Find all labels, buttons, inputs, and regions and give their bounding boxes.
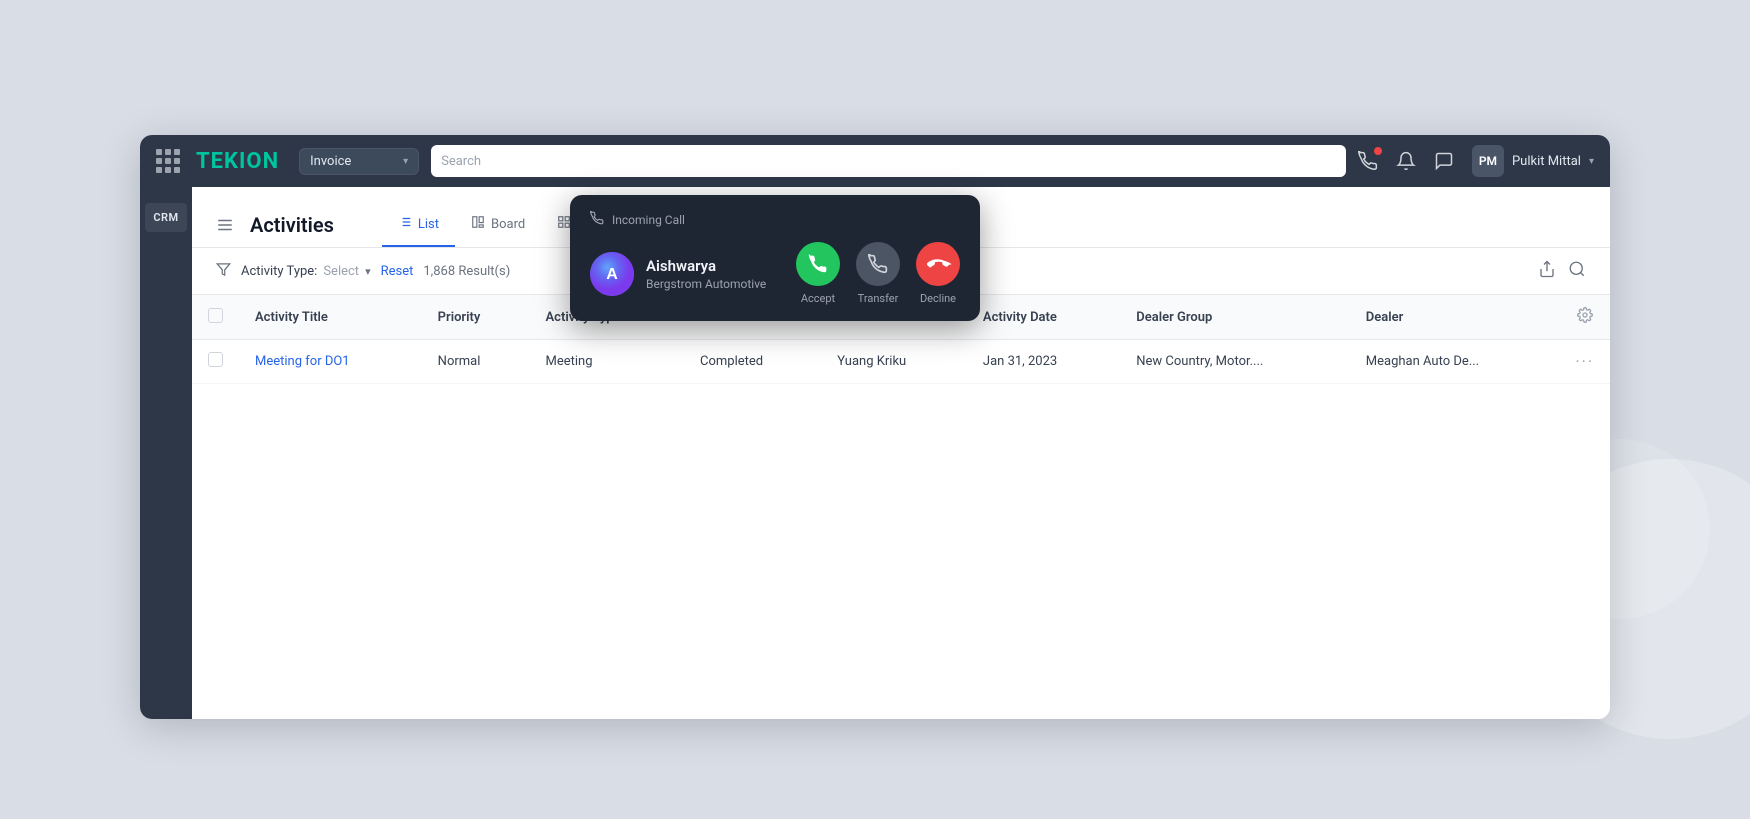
export-button[interactable] [1538, 260, 1556, 282]
phone-icon[interactable] [1358, 151, 1378, 171]
accept-call-button[interactable]: Accept [796, 242, 840, 305]
apps-icon[interactable] [156, 149, 180, 173]
search-input[interactable]: Search [431, 145, 1346, 177]
row-actions-menu[interactable]: ··· [1575, 352, 1594, 371]
transfer-icon [856, 242, 900, 286]
cell-activity-type: Meeting [530, 340, 685, 384]
user-name: Pulkit Mittal [1512, 154, 1581, 169]
cell-status: Completed [684, 340, 821, 384]
call-actions: Accept Transfer Decline [796, 242, 960, 305]
tab-list[interactable]: List [382, 203, 455, 247]
cell-contacts: Yuang Kriku [821, 340, 967, 384]
call-phone-icon [590, 211, 604, 228]
call-header: Incoming Call [590, 211, 960, 228]
decline-call-button[interactable]: Decline [916, 242, 960, 305]
row-checkbox[interactable] [192, 340, 239, 384]
notifications-icon[interactable] [1396, 151, 1416, 171]
decline-label: Decline [920, 292, 956, 305]
tab-board[interactable]: Board [455, 203, 541, 247]
search-button[interactable] [1568, 260, 1586, 282]
col-dealer-group: Dealer Group [1120, 295, 1349, 340]
toolbar-right [1538, 260, 1586, 282]
col-priority: Priority [422, 295, 530, 340]
invoice-dropdown[interactable]: Invoice ▾ [299, 148, 419, 175]
logo: TEKION [196, 149, 279, 174]
filter-label: Activity Type: [241, 264, 317, 279]
accept-label: Accept [801, 292, 835, 305]
transfer-label: Transfer [858, 292, 899, 305]
sidebar-toggle-icon[interactable] [216, 216, 234, 234]
col-activity-date: Activity Date [967, 295, 1120, 340]
caller-avatar: A [590, 252, 634, 296]
col-activity-title: Activity Title [239, 295, 422, 340]
board-tab-icon [471, 215, 485, 233]
search-placeholder: Search [441, 154, 481, 169]
chat-icon[interactable] [1434, 151, 1454, 171]
user-chevron-icon: ▾ [1589, 156, 1594, 167]
svg-text:A: A [606, 266, 618, 283]
results-count: 1,868 Result(s) [423, 264, 510, 279]
select-all-checkbox[interactable] [192, 295, 239, 340]
decline-icon [916, 242, 960, 286]
incoming-call-label: Incoming Call [612, 213, 685, 227]
table-row: Meeting for DO1 Normal Meeting Completed… [192, 340, 1610, 384]
topbar: TEKION Invoice ▾ Search [140, 135, 1610, 187]
filter-icon [216, 262, 231, 281]
invoice-label: Invoice [310, 154, 351, 169]
col-settings[interactable] [1559, 295, 1610, 340]
cell-dealer: Meaghan Auto De... [1350, 340, 1560, 384]
page-title: Activities [250, 213, 334, 237]
reset-button[interactable]: Reset [381, 264, 414, 279]
caller-name: Aishwarya [646, 257, 784, 275]
caller-company: Bergstrom Automotive [646, 277, 784, 291]
avatar: PM [1472, 145, 1504, 177]
cell-activity-title: Meeting for DO1 [239, 340, 422, 384]
user-menu[interactable]: PM Pulkit Mittal ▾ [1472, 145, 1594, 177]
cell-activity-date: Jan 31, 2023 [967, 340, 1120, 384]
tab-board-label: Board [491, 217, 525, 232]
col-dealer: Dealer [1350, 295, 1560, 340]
transfer-call-button[interactable]: Transfer [856, 242, 900, 305]
cell-priority: Normal [422, 340, 530, 384]
activity-title-link[interactable]: Meeting for DO1 [255, 354, 350, 369]
caller-info: Aishwarya Bergstrom Automotive [646, 257, 784, 291]
incoming-call-popup: Incoming Call A Aishwarya Bergstrom Auto… [570, 195, 980, 321]
list-tab-icon [398, 215, 412, 233]
sidebar-item-crm[interactable]: CRM [145, 203, 186, 232]
filter-chevron-icon: ▾ [365, 265, 371, 278]
cell-dealer-group: New Country, Motor.... [1120, 340, 1349, 384]
topbar-actions: PM Pulkit Mittal ▾ [1358, 145, 1594, 177]
filter-dropdown[interactable]: Activity Type: Select ▾ [241, 264, 371, 279]
table-container: Activity Title Priority Activity Type St… [192, 295, 1610, 719]
accept-icon [796, 242, 840, 286]
tab-list-label: List [418, 217, 439, 232]
filter-select-value: Select [323, 264, 359, 279]
sidebar: CRM [140, 187, 192, 719]
call-body: A Aishwarya Bergstrom Automotive Accept [590, 242, 960, 305]
cell-actions[interactable]: ··· [1559, 340, 1610, 384]
chevron-down-icon: ▾ [403, 156, 408, 167]
